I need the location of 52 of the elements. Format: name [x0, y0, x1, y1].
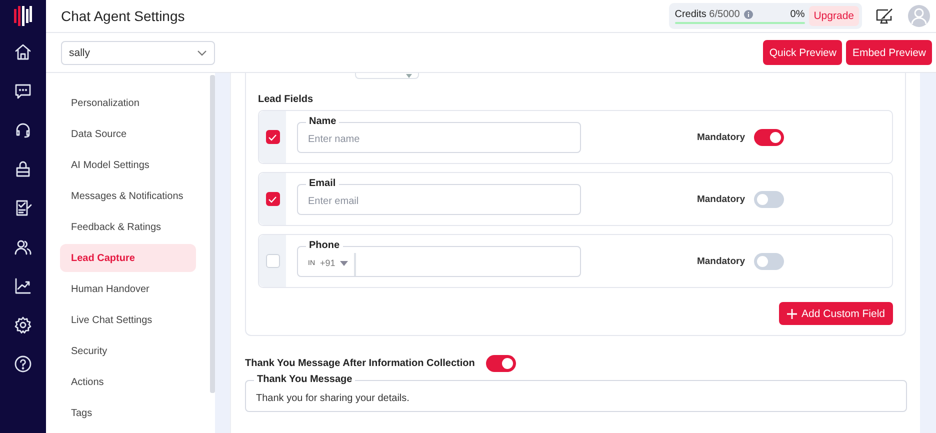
- mandatory-label: Mandatory: [696, 132, 745, 142]
- page-title: Chat Agent Settings: [61, 8, 186, 24]
- caret-icon: [406, 74, 412, 78]
- mandatory-label: Mandatory: [696, 194, 745, 204]
- settings-nav-item[interactable]: Tags: [60, 399, 196, 427]
- agent-select[interactable]: sally: [61, 40, 215, 64]
- settings-nav-item[interactable]: Data Source: [60, 120, 196, 148]
- credits-percent: 0%: [790, 8, 805, 20]
- settings-nav-item[interactable]: Actions: [60, 368, 196, 396]
- toggle-label: Thank You Message After Information Collection: [245, 358, 475, 369]
- section-title: Lead Fields: [258, 94, 314, 105]
- mandatory-toggle[interactable]: [754, 190, 784, 208]
- thank-you-toggle[interactable]: [486, 355, 516, 372]
- input-field[interactable]: Enter email: [298, 184, 580, 214]
- info-icon[interactable]: [744, 10, 753, 18]
- chevron-icon: [197, 50, 207, 56]
- settings-icon[interactable]: [14, 316, 32, 334]
- settings-nav-item[interactable]: AI Model Settings: [60, 151, 196, 179]
- field-label: Thank You Message: [254, 374, 356, 386]
- checklist-icon[interactable]: [14, 199, 32, 217]
- upgrade-button[interactable]: Upgrade: [808, 6, 859, 26]
- chat-icon[interactable]: [14, 82, 32, 100]
- preview-button[interactable]: Embed Preview: [846, 40, 932, 65]
- scrollbar[interactable]: [210, 75, 215, 393]
- plus-icon: [786, 308, 797, 318]
- input-field[interactable]: Enter name: [298, 122, 580, 152]
- credits-label: Credits 6/5000: [674, 8, 740, 20]
- settings-nav-item[interactable]: Human Handover: [60, 275, 196, 303]
- users-icon[interactable]: [14, 238, 32, 256]
- select-field[interactable]: [355, 73, 419, 79]
- settings-nav-item[interactable]: Messages & Notifications: [60, 182, 196, 210]
- field-label: Email: [306, 178, 339, 190]
- help-icon[interactable]: [14, 355, 32, 373]
- settings-nav-item[interactable]: Feedback & Ratings: [60, 213, 196, 241]
- mandatory-toggle[interactable]: [754, 252, 784, 270]
- field-label: Name: [306, 116, 340, 128]
- settings-nav-item[interactable]: Lead Capture: [60, 244, 196, 272]
- add-custom-field-button[interactable]: Add Custom Field: [778, 302, 893, 325]
- settings-nav-item[interactable]: Live Chat Settings: [60, 306, 196, 334]
- settings-nav-item[interactable]: Security: [60, 337, 196, 365]
- mandatory-toggle[interactable]: [754, 128, 784, 146]
- headset-icon[interactable]: [14, 121, 32, 139]
- chart-icon[interactable]: [14, 277, 32, 295]
- check-icon: [268, 134, 277, 140]
- mandatory-label: Mandatory: [696, 256, 745, 266]
- preview-button[interactable]: Quick Preview: [763, 40, 842, 65]
- check-icon: [268, 196, 277, 202]
- checkbox[interactable]: [266, 130, 280, 144]
- home-icon[interactable]: [14, 43, 32, 61]
- checkbox[interactable]: [266, 192, 280, 206]
- logo-icon: [14, 5, 32, 27]
- settings-nav-item[interactable]: Personalization: [60, 89, 196, 117]
